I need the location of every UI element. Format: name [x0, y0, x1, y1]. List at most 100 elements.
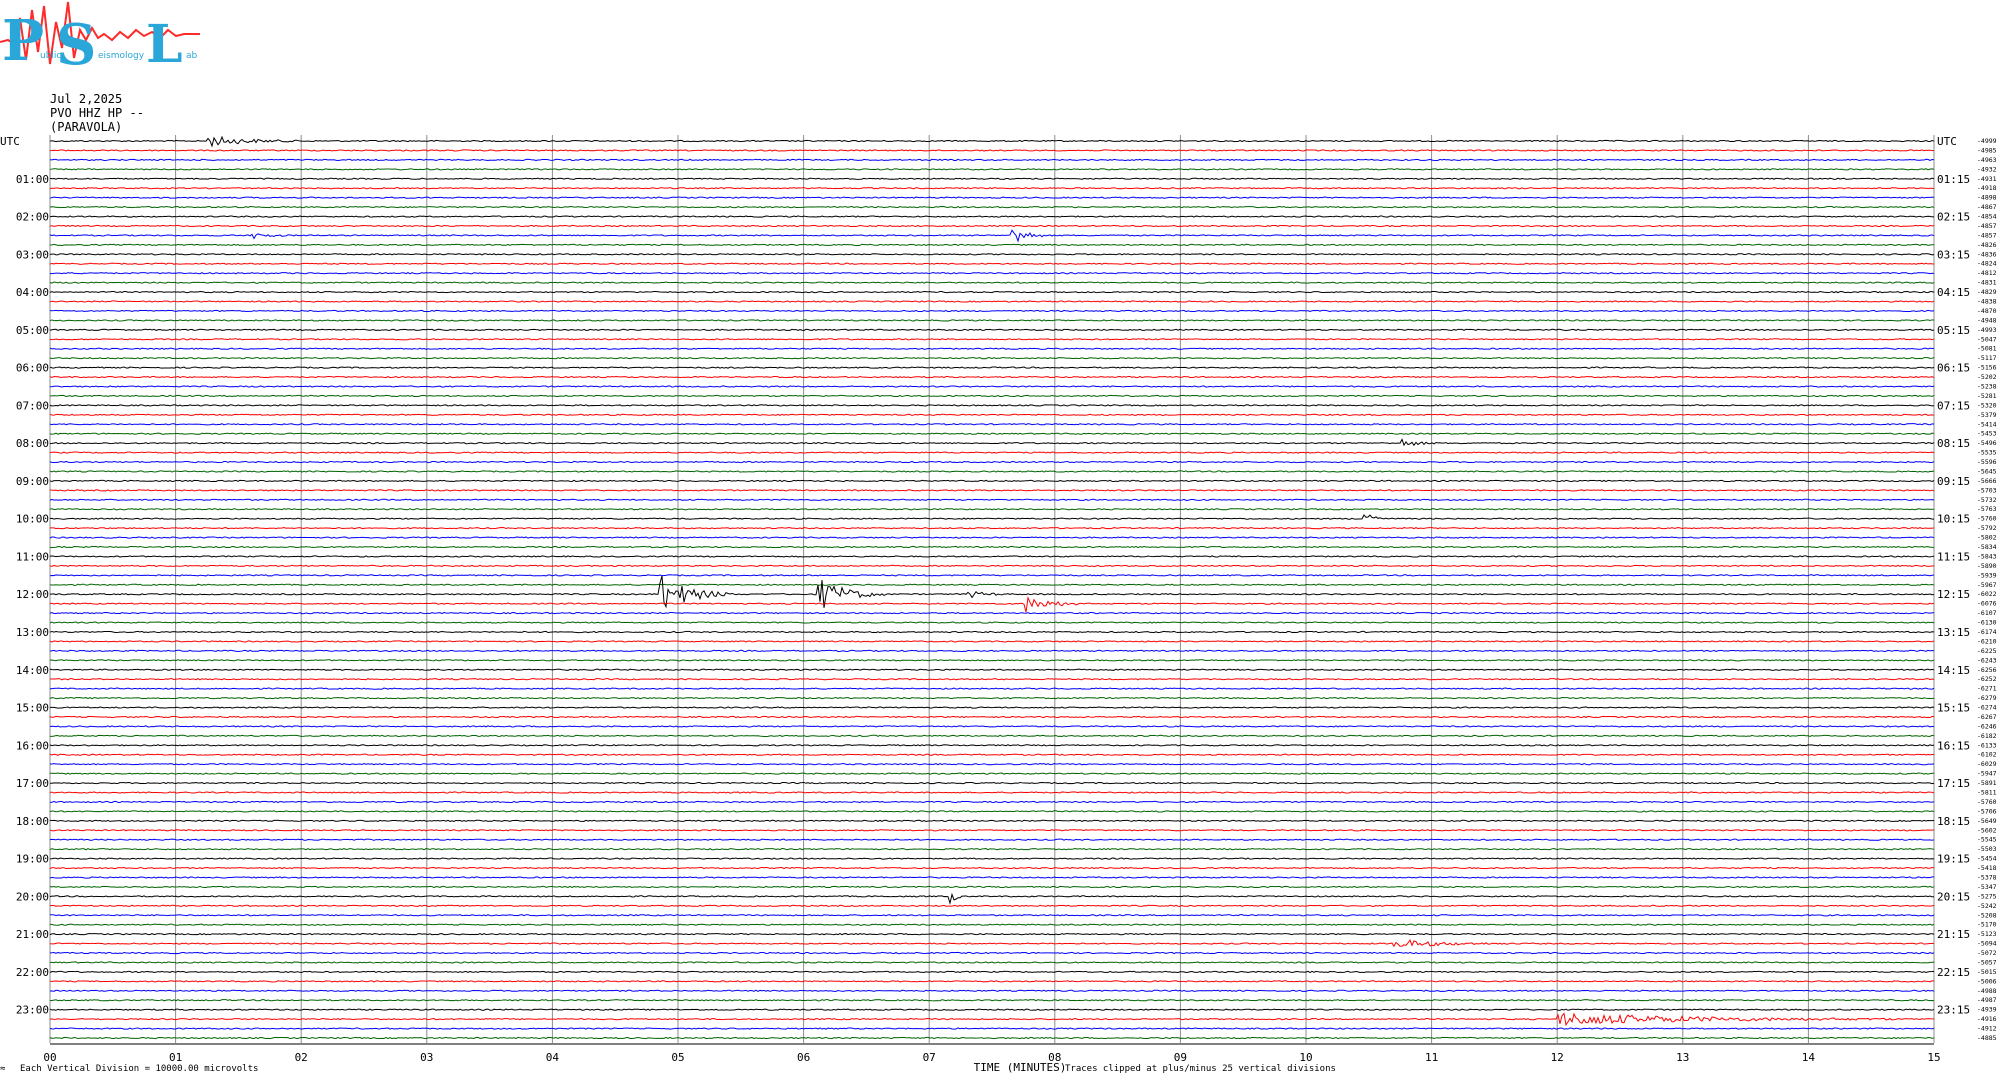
- trace-84: [49, 933, 1935, 936]
- trace-offset-label: -4988: [1977, 987, 1997, 995]
- right-hour-label: 21:15: [1937, 928, 1970, 941]
- trace-offset-label: -4948: [1977, 316, 1997, 324]
- trace-86: [49, 951, 1935, 955]
- left-hour-label: 09:00: [16, 475, 49, 488]
- trace-offset-label: -6210: [1977, 637, 1997, 645]
- trace-offset-label: -5117: [1977, 354, 1997, 362]
- left-hour-label: 13:00: [16, 626, 49, 639]
- trace-offset-label: -5094: [1977, 940, 1997, 948]
- trace-offset-label: -5811: [1977, 789, 1997, 797]
- trace-77: [49, 866, 1935, 870]
- trace-offset-label: -5834: [1977, 543, 1997, 551]
- trace-57: [49, 678, 1935, 681]
- trace-offset-label: -5418: [1977, 864, 1997, 872]
- left-hour-label: 18:00: [16, 815, 49, 828]
- trace-offset-label: -5208: [1977, 911, 1997, 919]
- trace-11: [49, 243, 1935, 247]
- trace-offset-label: -6182: [1977, 732, 1997, 740]
- trace-32: [49, 438, 1935, 447]
- trace-25: [49, 375, 1935, 379]
- trace-27: [49, 394, 1935, 398]
- trace-offset-label: -4916: [1977, 1015, 1997, 1023]
- right-hour-label: 08:15: [1937, 437, 1970, 450]
- trace-82: [49, 914, 1935, 917]
- trace-69: [49, 791, 1935, 794]
- trace-38: [49, 498, 1935, 501]
- trace-offset-label: -5503: [1977, 845, 1997, 853]
- trace-offset-label: -5947: [1977, 770, 1997, 778]
- trace-offset-label: -5891: [1977, 779, 1997, 787]
- seismic-traces: [49, 135, 1935, 1040]
- trace-46: [49, 574, 1935, 577]
- x-tick-label: 11: [1425, 1051, 1438, 1064]
- trace-offset-label: -5939: [1977, 571, 1997, 579]
- trace-offset-label: -6267: [1977, 713, 1997, 721]
- trace-offset-label: -6076: [1977, 600, 1997, 608]
- right-hour-label: 02:15: [1937, 211, 1970, 224]
- trace-offset-label: -6107: [1977, 609, 1997, 617]
- trace-offset-label: -5760: [1977, 798, 1997, 806]
- trace-88: [49, 970, 1935, 974]
- trace-93: [49, 1012, 1935, 1027]
- trace-offset-label: -5843: [1977, 552, 1997, 560]
- trace-17: [49, 300, 1935, 303]
- trace-94: [49, 1027, 1935, 1030]
- trace-33: [49, 451, 1935, 454]
- vertical-division-note: Each Vertical Division = 10000.00 microv…: [20, 1064, 259, 1074]
- trace-30: [49, 423, 1935, 426]
- trace-offset-label: -5890: [1977, 562, 1997, 570]
- trace-4: [49, 177, 1935, 180]
- trace-offset-label: -5156: [1977, 364, 1997, 372]
- trace-offset-label: -5414: [1977, 420, 1997, 428]
- left-hour-label: 12:00: [16, 588, 49, 601]
- right-hour-label: 06:15: [1937, 362, 1970, 375]
- trace-42: [49, 536, 1935, 539]
- trace-offset-label: -5238: [1977, 382, 1997, 390]
- trace-offset-label: -5202: [1977, 373, 1997, 381]
- trace-offset-label: -5378: [1977, 873, 1997, 881]
- trace-5: [49, 187, 1935, 190]
- trace-offset-label: -5081: [1977, 345, 1997, 353]
- x-tick-label: 12: [1551, 1051, 1564, 1064]
- trace-offset-label: -4812: [1977, 269, 1997, 277]
- corner-mark: ≈: [0, 1064, 6, 1074]
- trace-92: [49, 1008, 1935, 1011]
- trace-offset-label: -5242: [1977, 902, 1997, 910]
- x-tick-label: 13: [1676, 1051, 1689, 1064]
- trace-offset-label: -4838: [1977, 298, 1997, 306]
- trace-offset-label: -5706: [1977, 807, 1997, 815]
- trace-offset-label: -4939: [1977, 1006, 1997, 1014]
- x-tick-label: 07: [923, 1051, 936, 1064]
- trace-41: [49, 526, 1935, 530]
- left-hour-label: UTC: [0, 135, 20, 148]
- x-tick-label: 10: [1299, 1051, 1312, 1064]
- right-hour-label: 14:15: [1937, 664, 1970, 677]
- x-tick-label: 15: [1927, 1051, 1940, 1064]
- x-tick-label: 09: [1174, 1051, 1187, 1064]
- right-hour-labels: UTC 01:15 02:15 03:15 04:15 05:15 06:15 07:15 08…: [1937, 135, 1970, 1017]
- trace-offset-label: -4829: [1977, 288, 1997, 296]
- trace-offset-label: -4831: [1977, 279, 1997, 287]
- trace-offset-label: -5275: [1977, 892, 1997, 900]
- left-hour-label: 20:00: [16, 890, 49, 903]
- trace-12: [49, 253, 1935, 256]
- trace-70: [49, 800, 1935, 804]
- trace-offset-label: -6133: [1977, 741, 1997, 749]
- trace-6: [49, 196, 1935, 199]
- trace-offset-label: -4836: [1977, 250, 1997, 258]
- trace-offset-label: -5732: [1977, 496, 1997, 504]
- trace-81: [49, 904, 1935, 907]
- trace-49: [49, 595, 1935, 613]
- left-hour-label: 05:00: [16, 324, 49, 337]
- trace-10: [49, 229, 1935, 243]
- trace-3: [49, 168, 1935, 171]
- left-hour-label: 15:00: [16, 702, 49, 715]
- trace-68: [49, 781, 1935, 785]
- trace-87: [49, 961, 1935, 964]
- trace-65: [49, 753, 1935, 756]
- trace-91: [50, 999, 1935, 1002]
- trace-2: [49, 158, 1935, 162]
- trace-13: [49, 262, 1935, 265]
- right-hour-label: 12:15: [1937, 588, 1970, 601]
- right-hour-label: 01:15: [1937, 173, 1970, 186]
